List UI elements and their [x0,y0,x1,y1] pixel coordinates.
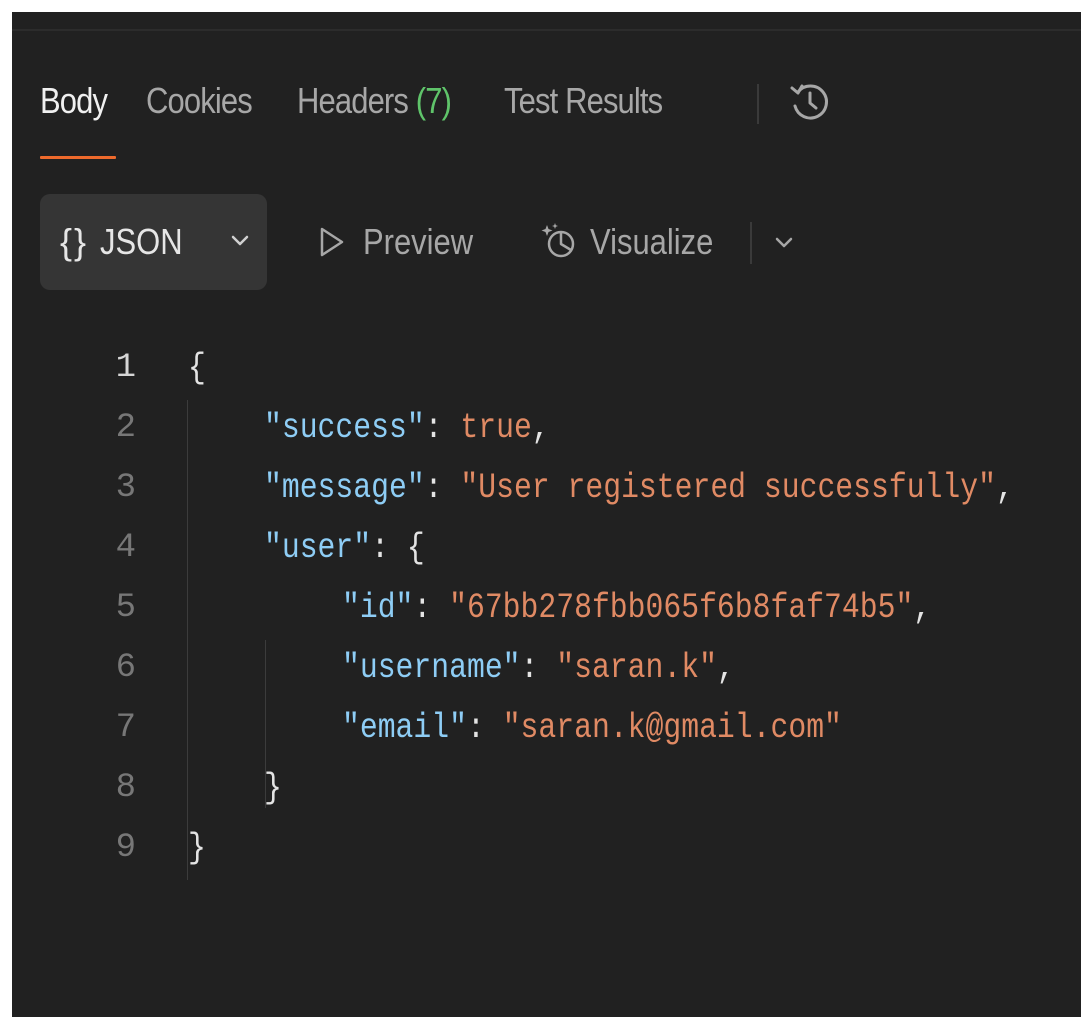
code-line-6: 6 "username": "saran.k", [12,638,1081,698]
visualize-icon [541,223,575,258]
headers-count-badge: (7) [415,80,452,121]
json-key-email: "email" [342,708,467,748]
code-line-3: 3 "message": "User registered successful… [12,458,1081,518]
format-json-label: JSON [100,221,183,262]
line-number: 2 [115,409,136,447]
code-line-1: 1 { [12,338,1081,398]
line-number: 5 [115,589,136,627]
more-options-chevron-icon[interactable] [774,236,794,250]
play-icon [320,227,344,257]
code-line-2: 2 "success": true, [12,398,1081,458]
line-number: 1 [115,349,136,387]
code-line-4: 4 "user": { [12,518,1081,578]
json-value-username: "saran.k" [556,648,717,688]
chevron-down-icon [231,235,249,246]
tab-body[interactable]: Body [40,80,108,122]
response-tabs: Body Cookies Headers (7) Test Results [40,76,716,126]
history-icon[interactable] [786,78,834,126]
preview-label: Preview [363,221,474,262]
line-number: 3 [115,469,136,507]
json-key-id: "id" [342,588,414,628]
user-close-brace: } [264,768,282,808]
tab-headers-label: Headers [297,80,409,121]
json-value-message: "User registered successfully" [460,468,996,508]
open-brace: { [188,348,206,388]
line-number: 7 [115,709,136,747]
panel-top-divider [12,29,1081,31]
tab-headers[interactable]: Headers (7) [297,80,452,122]
preview-button[interactable]: Preview [317,194,491,290]
line-number: 8 [115,769,136,807]
tabs-divider [757,84,759,124]
tab-test-results[interactable]: Test Results [504,80,663,122]
json-key-user: "user" [264,528,372,568]
line-number: 6 [115,649,136,687]
close-brace: } [188,828,206,868]
visualize-button[interactable]: Visualize [540,194,733,290]
tab-cookies[interactable]: Cookies [146,80,253,122]
code-line-7: 7 "email": "saran.k@gmail.com" [12,698,1081,758]
json-key-success: "success" [264,408,425,448]
toolbar-divider [750,222,752,264]
json-braces-icon: {} [60,221,89,262]
line-number: 9 [115,829,136,867]
json-value-id: "67bb278fbb065f6b8faf74b5" [449,588,914,628]
code-line-9: 9 } [12,818,1081,878]
json-key-message: "message" [264,468,425,508]
active-tab-indicator [40,156,116,159]
json-value-email: "saran.k@gmail.com" [502,708,842,748]
code-line-8: 8 } [12,758,1081,818]
visualize-label: Visualize [590,221,714,262]
json-key-username: "username" [342,648,521,688]
format-json-dropdown[interactable]: {} JSON [40,194,267,290]
response-panel: Body Cookies Headers (7) Test Results {}… [12,12,1081,1017]
code-line-5: 5 "id": "67bb278fbb065f6b8faf74b5", [12,578,1081,638]
json-value-success: true [460,408,532,448]
user-open-brace: { [406,528,425,568]
line-number: 4 [115,529,136,567]
